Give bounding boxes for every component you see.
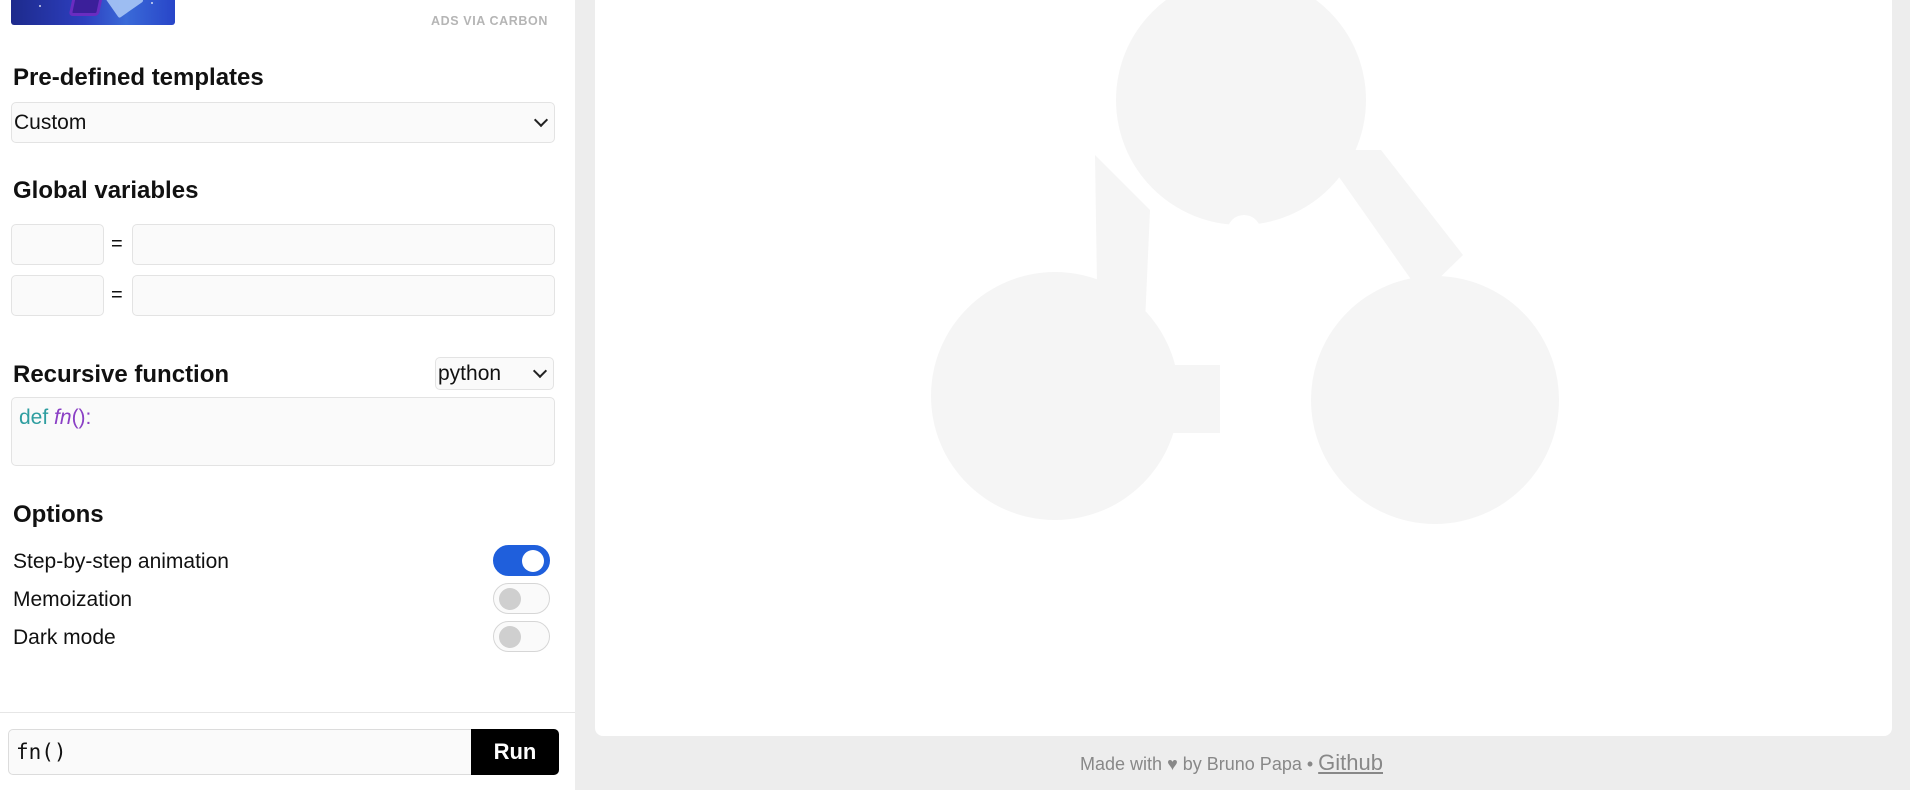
recursive-function-title: Recursive function <box>13 361 230 388</box>
code-function-name: fn <box>54 406 72 429</box>
ad-image[interactable] <box>11 0 175 25</box>
dark-mode-toggle[interactable] <box>493 621 550 652</box>
equals-sign: = <box>111 233 123 255</box>
github-link[interactable]: Github <box>1318 750 1383 775</box>
footer-made-with: Made with <box>1080 754 1163 774</box>
ads-via-carbon-link[interactable]: ADS VIA CARBON <box>431 14 548 28</box>
sidebar: ADS VIA CARBON Pre-defined templates Cus… <box>0 0 575 790</box>
divider <box>0 712 575 713</box>
templates-selected-value: Custom <box>14 110 87 134</box>
visualization-canvas[interactable] <box>595 0 1892 736</box>
footer-author: by Bruno Papa • <box>1182 754 1314 774</box>
code-keyword: def <box>19 406 49 429</box>
option-label-memoization: Memoization <box>13 588 133 611</box>
run-button[interactable]: Run <box>471 729 559 775</box>
globals-title: Global variables <box>13 177 199 204</box>
global-var-value-input-2[interactable] <box>132 275 555 316</box>
recursion-tree-logo-icon <box>931 0 1559 524</box>
command-input[interactable]: fn() <box>8 729 472 775</box>
templates-title: Pre-defined templates <box>13 64 264 91</box>
templates-select[interactable]: Custom <box>11 102 555 143</box>
code-params: (): <box>71 406 92 429</box>
memoization-toggle[interactable] <box>493 583 550 614</box>
chevron-down-icon <box>533 112 549 127</box>
global-var-name-input-2[interactable] <box>11 275 104 316</box>
step-by-step-toggle[interactable] <box>493 545 550 576</box>
language-selected-value: python <box>438 361 502 385</box>
global-var-name-input-1[interactable] <box>11 224 104 265</box>
heart-icon: ♥ <box>1167 754 1178 774</box>
option-label-step-by-step: Step-by-step animation <box>13 550 229 573</box>
chevron-down-icon <box>532 363 548 378</box>
equals-sign: = <box>111 284 123 306</box>
footer: Made with ♥ by Bruno Papa • Github <box>1080 750 1383 776</box>
language-select[interactable]: python <box>435 357 554 390</box>
option-label-dark-mode: Dark mode <box>13 626 116 649</box>
global-var-value-input-1[interactable] <box>132 224 555 265</box>
options-title: Options <box>13 501 104 528</box>
code-editor[interactable]: def fn(): <box>11 397 555 466</box>
